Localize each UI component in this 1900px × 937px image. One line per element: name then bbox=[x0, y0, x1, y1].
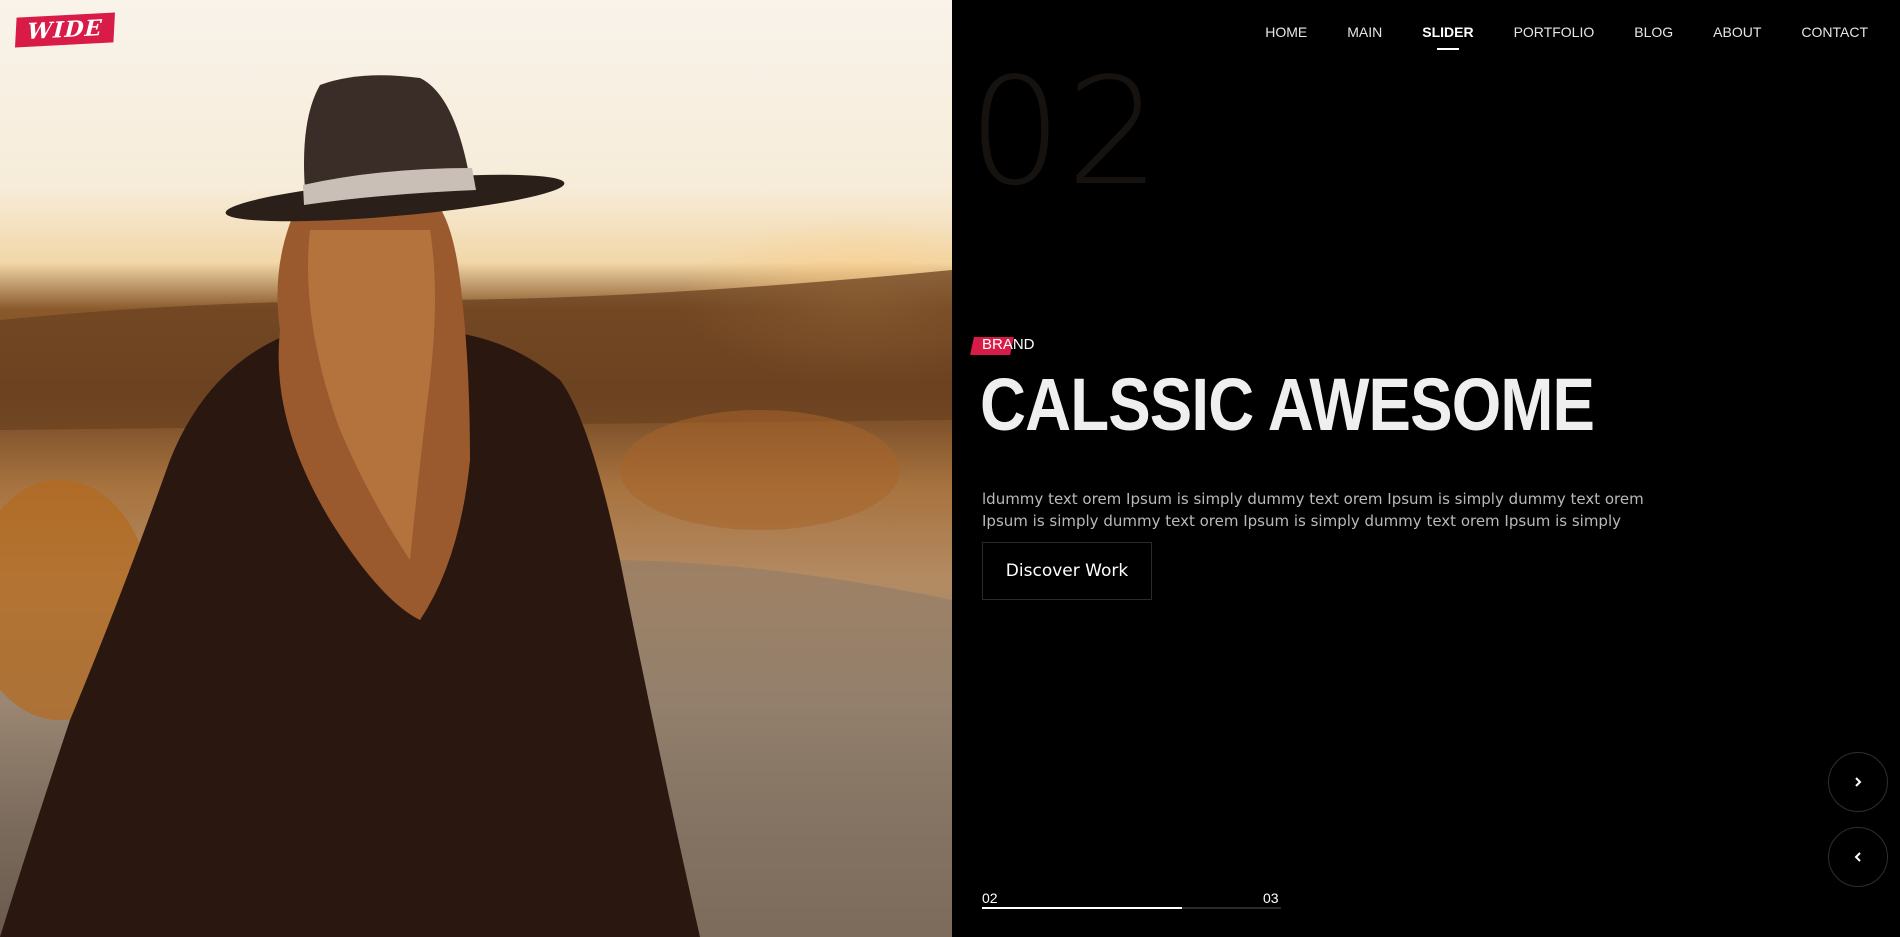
slide-number-watermark: 02 bbox=[968, 46, 1165, 218]
brand-label: BRAND bbox=[982, 336, 1035, 353]
nav-item-slider[interactable]: SLIDER bbox=[1422, 24, 1474, 50]
next-slide-counter: 03 bbox=[1263, 890, 1279, 906]
hero-image: WIDE bbox=[0, 0, 952, 937]
brand-tag: BRAND bbox=[970, 336, 1035, 355]
chevron-left-icon bbox=[1854, 852, 1861, 862]
discover-work-button[interactable]: Discover Work bbox=[982, 542, 1152, 600]
nav-item-home[interactable]: HOME bbox=[1265, 24, 1307, 50]
next-slide-button[interactable] bbox=[1828, 752, 1888, 812]
site-logo[interactable]: WIDE bbox=[15, 12, 115, 48]
nav-item-about[interactable]: ABOUT bbox=[1713, 24, 1761, 50]
slide-progress-fill bbox=[982, 907, 1183, 909]
slide-title: CALSSIC AWESOME bbox=[980, 363, 1595, 446]
prev-slide-button[interactable] bbox=[1828, 827, 1888, 887]
slide-description: ldummy text orem Ipsum is simply dummy t… bbox=[982, 490, 1644, 530]
nav-item-contact[interactable]: CONTACT bbox=[1801, 24, 1868, 50]
main-nav: HOME MAIN SLIDER PORTFOLIO BLOG ABOUT CO… bbox=[1225, 24, 1868, 50]
nav-item-main[interactable]: MAIN bbox=[1347, 24, 1382, 50]
nav-item-blog[interactable]: BLOG bbox=[1634, 24, 1673, 50]
chevron-right-icon bbox=[1855, 777, 1862, 787]
hero-photo-illustration bbox=[0, 75, 952, 937]
current-slide-counter: 02 bbox=[982, 890, 998, 906]
nav-item-portfolio[interactable]: PORTFOLIO bbox=[1514, 24, 1595, 50]
slide-progress-track bbox=[982, 907, 1281, 909]
